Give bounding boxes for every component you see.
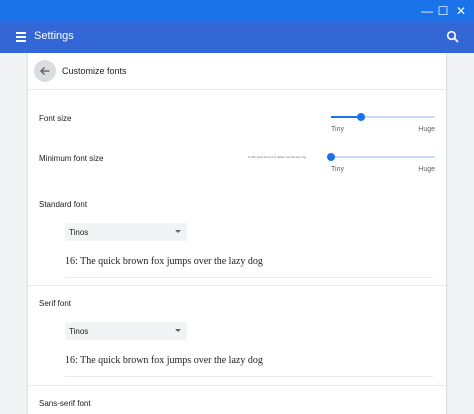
- settings-toolbar: Settings: [0, 22, 474, 53]
- font-size-slider[interactable]: Tiny Huge: [331, 110, 435, 134]
- slider-min-label: Tiny: [331, 166, 344, 173]
- serif-font-title: Serif font: [39, 299, 72, 308]
- select-value: Tinos: [69, 228, 89, 237]
- back-button[interactable]: [34, 60, 56, 82]
- divider: [28, 89, 446, 90]
- slider-thumb[interactable]: [357, 113, 366, 121]
- divider: [65, 277, 433, 278]
- standard-font-title: Standard font: [39, 200, 88, 209]
- app-title: Settings: [34, 30, 74, 42]
- divider: [28, 385, 446, 386]
- hamburger-icon[interactable]: [16, 32, 26, 42]
- chevron-down-icon: [175, 329, 181, 332]
- chevron-down-icon: [175, 230, 181, 233]
- window-titlebar: — ☐ ✕: [0, 0, 474, 22]
- close-button[interactable]: ✕: [450, 0, 472, 22]
- minimum-font-size-slider[interactable]: Tiny Huge: [327, 150, 435, 174]
- standard-font-sample: 16: The quick brown fox jumps over the l…: [65, 256, 263, 267]
- slider-max-label: Huge: [418, 126, 435, 133]
- arrow-back-icon: [40, 67, 50, 75]
- divider: [28, 285, 446, 286]
- search-icon[interactable]: [446, 30, 460, 44]
- font-size-label: Font size: [39, 114, 72, 123]
- minimum-font-preview: 0: The quick brown fox jumps over the la…: [248, 155, 306, 159]
- sans-serif-font-title: Sans-serif font: [39, 399, 91, 408]
- slider-max-label: Huge: [418, 166, 435, 173]
- slider-thumb[interactable]: [327, 153, 335, 161]
- settings-card: Customize fonts Font size Tiny Huge Mini…: [28, 53, 446, 414]
- subpage-title: Customize fonts: [62, 66, 127, 76]
- slider-min-label: Tiny: [331, 126, 344, 133]
- slider-track: [331, 156, 435, 158]
- serif-font-select[interactable]: Tinos: [65, 322, 187, 340]
- minimum-font-size-label: Minimum font size: [39, 154, 104, 163]
- serif-font-sample: 16: The quick brown fox jumps over the l…: [65, 355, 263, 366]
- select-value: Tinos: [69, 327, 89, 336]
- standard-font-select[interactable]: Tinos: [65, 223, 187, 241]
- divider: [65, 376, 433, 377]
